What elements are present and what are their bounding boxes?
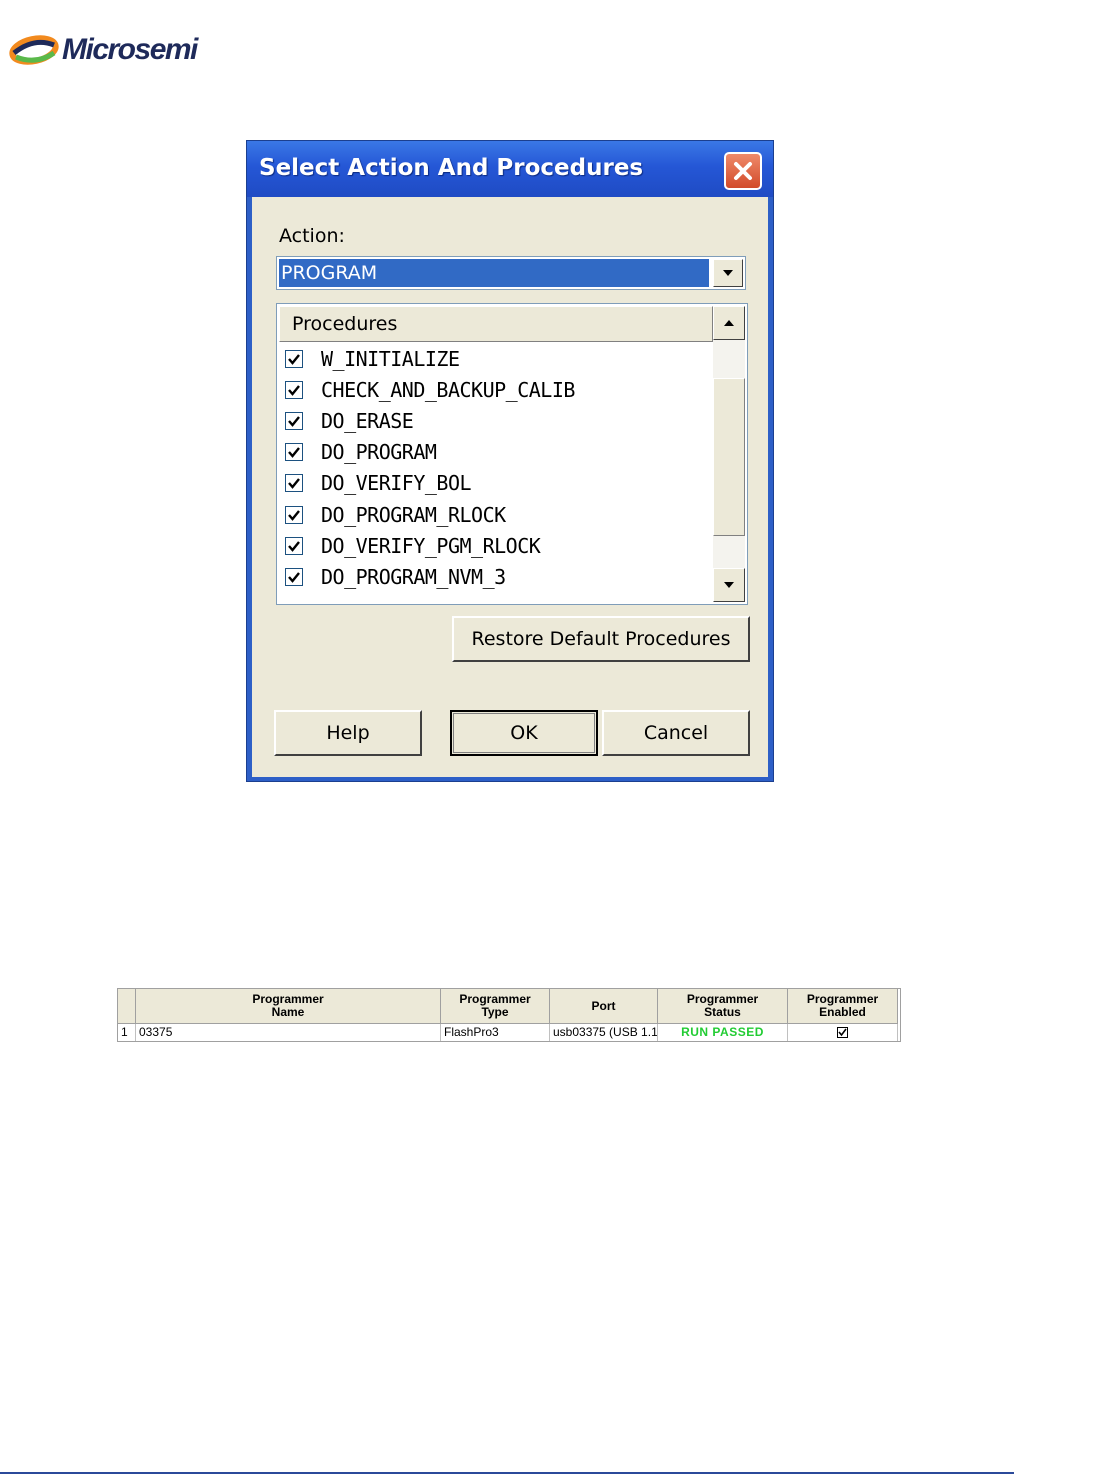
programmer-status-cell: RUN PASSED xyxy=(658,1024,788,1041)
procedure-item[interactable]: DO_VERIFY_BOL xyxy=(281,468,711,499)
microsemi-logo: Microsemi xyxy=(8,30,198,70)
programmer-table: Programmer Name Programmer Type Port Pro… xyxy=(117,988,901,1042)
checkmark-icon xyxy=(288,478,300,490)
checkmark-icon xyxy=(288,540,300,552)
action-select-value[interactable]: PROGRAM xyxy=(279,259,709,287)
procedure-label: DO_VERIFY_BOL xyxy=(321,471,472,496)
checkmark-icon xyxy=(288,353,300,365)
port-header[interactable]: Port xyxy=(550,989,658,1024)
procedure-item[interactable]: DO_VERIFY_PGM_RLOCK xyxy=(281,530,711,561)
procedures-items: W_INITIALIZE CHECK_AND_BACKUP_CALIB DO_ERA… xyxy=(281,343,711,593)
footer-rule xyxy=(0,1472,1014,1474)
procedure-item[interactable]: DO_PROGRAM_NVM_3 xyxy=(281,561,711,592)
procedure-checkbox[interactable] xyxy=(285,349,303,368)
close-button[interactable] xyxy=(724,152,762,190)
microsemi-swoosh-icon xyxy=(9,35,59,65)
checkmark-icon xyxy=(288,509,300,521)
procedure-label: DO_PROGRAM_RLOCK xyxy=(321,502,506,527)
procedure-checkbox[interactable] xyxy=(285,380,303,399)
port-cell[interactable]: usb03375 (USB 1.1) xyxy=(550,1024,658,1041)
procedure-label: W_INITIALIZE xyxy=(321,346,460,371)
procedure-item[interactable]: DO_ERASE xyxy=(281,405,711,436)
procedure-label: DO_VERIFY_PGM_RLOCK xyxy=(321,533,541,558)
procedure-label: CHECK_AND_BACKUP_CALIB xyxy=(321,377,575,402)
procedures-column-header[interactable]: Procedures xyxy=(279,306,713,342)
cancel-button[interactable]: Cancel xyxy=(602,710,750,756)
ok-button[interactable]: OK xyxy=(450,710,598,756)
programmer-status-header[interactable]: Programmer Status xyxy=(658,989,788,1024)
dialog-body: Action: PROGRAM Procedures W_INITIALIZE C… xyxy=(252,197,768,777)
chevron-down-icon xyxy=(724,582,734,588)
programmer-enabled-checkbox[interactable] xyxy=(837,1027,848,1038)
scroll-up-button[interactable] xyxy=(713,306,745,340)
scroll-down-button[interactable] xyxy=(713,568,745,602)
procedures-list[interactable]: Procedures W_INITIALIZE CHECK_AND_BACKUP_… xyxy=(276,303,748,605)
procedure-item[interactable]: W_INITIALIZE xyxy=(281,343,711,374)
procedure-checkbox[interactable] xyxy=(285,536,303,555)
programmer-enabled-header[interactable]: Programmer Enabled xyxy=(788,989,898,1024)
procedure-label: DO_PROGRAM_NVM_3 xyxy=(321,564,506,589)
programmer-name-header[interactable]: Programmer Name xyxy=(136,989,441,1024)
procedure-item[interactable]: DO_PROGRAM_RLOCK xyxy=(281,499,711,530)
procedure-checkbox[interactable] xyxy=(285,443,303,462)
procedure-item[interactable]: CHECK_AND_BACKUP_CALIB xyxy=(281,374,711,405)
procedure-label: DO_PROGRAM xyxy=(321,440,437,465)
logo-text: Microsemi xyxy=(62,33,198,66)
checkmark-icon xyxy=(288,385,300,396)
chevron-down-icon xyxy=(723,270,733,276)
procedure-item[interactable]: DO_PROGRAM xyxy=(281,437,711,468)
procedure-label: DO_ERASE xyxy=(321,408,414,433)
chevron-up-icon xyxy=(724,320,734,326)
programmer-type-cell[interactable]: FlashPro3 xyxy=(441,1024,550,1041)
programmer-enabled-cell[interactable] xyxy=(788,1024,898,1041)
help-button[interactable]: Help xyxy=(274,710,422,756)
procedure-checkbox[interactable] xyxy=(285,567,303,586)
select-action-dialog: Select Action And Procedures Action: PRO… xyxy=(246,140,774,782)
procedures-scrollbar[interactable] xyxy=(713,306,745,602)
restore-default-procedures-button[interactable]: Restore Default Procedures xyxy=(452,616,750,662)
row-index: 1 xyxy=(118,1024,136,1041)
checkmark-icon xyxy=(288,416,300,427)
dialog-title: Select Action And Procedures xyxy=(259,155,644,181)
procedure-checkbox[interactable] xyxy=(285,474,303,493)
scroll-thumb[interactable] xyxy=(713,378,745,536)
row-index-header xyxy=(118,989,136,1024)
action-select-dropdown-button[interactable] xyxy=(713,259,743,287)
dialog-titlebar[interactable]: Select Action And Procedures xyxy=(247,141,773,197)
action-select[interactable]: PROGRAM xyxy=(276,256,746,290)
programmer-name-cell[interactable]: 03375 xyxy=(136,1024,441,1041)
procedure-checkbox[interactable] xyxy=(285,411,303,430)
checkmark-icon xyxy=(288,447,300,459)
procedure-checkbox[interactable] xyxy=(285,505,303,524)
close-icon xyxy=(734,162,752,180)
checkmark-icon xyxy=(838,1028,847,1037)
programmer-type-header[interactable]: Programmer Type xyxy=(441,989,550,1024)
action-label: Action: xyxy=(279,225,345,247)
checkmark-icon xyxy=(288,572,300,583)
